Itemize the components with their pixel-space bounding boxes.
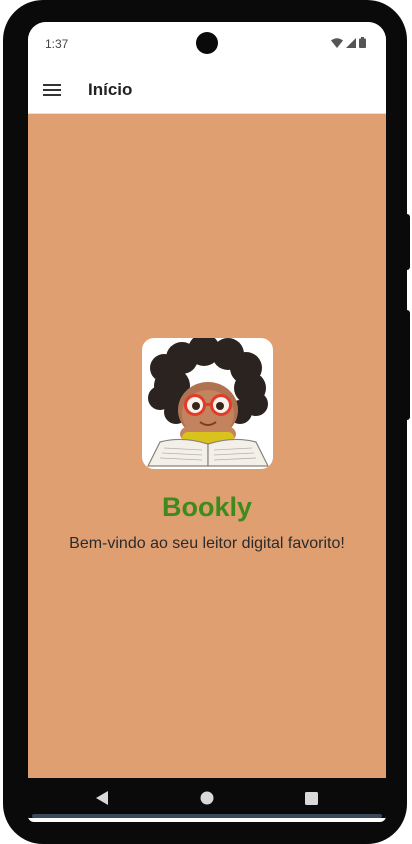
hamburger-menu-icon[interactable] [40, 78, 64, 102]
signal-icon [346, 37, 356, 48]
status-icons [331, 37, 366, 48]
app-bar: Início [28, 66, 386, 114]
system-nav-bar [28, 778, 386, 818]
wifi-icon [331, 37, 343, 48]
home-icon[interactable] [199, 790, 215, 806]
status-time: 1:37 [45, 37, 69, 51]
welcome-text: Bem-vindo ao seu leitor digital favorito… [69, 535, 345, 552]
screen-bottom-edge [32, 814, 382, 818]
device-screen: 1:37 Início Bookly Bem-vindo ao seu leit… [28, 22, 386, 822]
front-camera [196, 32, 218, 54]
girl-reading-book-illustration [147, 338, 269, 467]
app-logo [142, 338, 273, 469]
status-bar: 1:37 [28, 22, 386, 66]
volume-button [404, 310, 410, 420]
back-icon[interactable] [94, 790, 110, 806]
recents-icon[interactable] [303, 790, 319, 806]
home-content: Bookly Bem-vindo ao seu leitor digital f… [28, 114, 386, 778]
page-title: Início [88, 80, 133, 99]
battery-icon [359, 37, 366, 48]
app-name: Bookly [161, 492, 253, 522]
power-button [404, 214, 410, 270]
